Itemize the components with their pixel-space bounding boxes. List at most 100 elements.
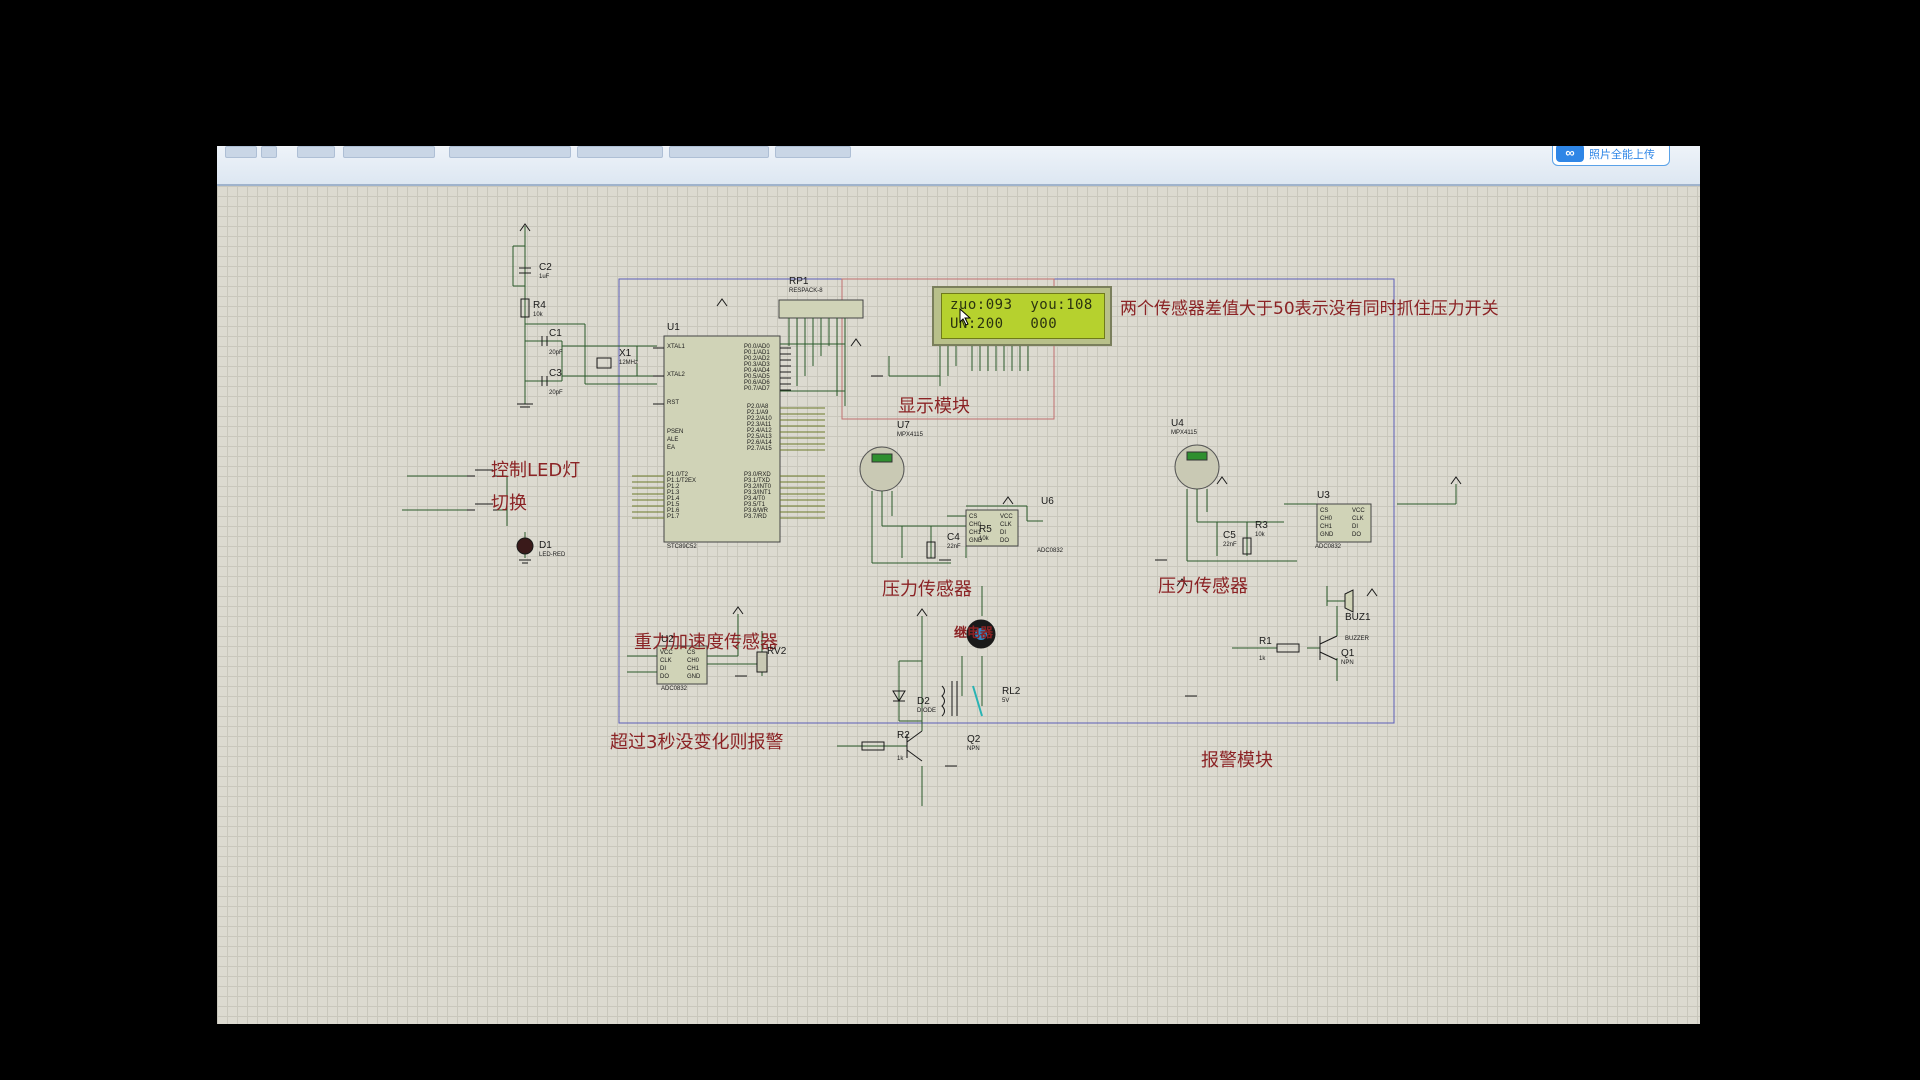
ref-c1: C1 xyxy=(549,328,562,339)
ref-c2: C2 xyxy=(539,262,552,273)
ref-buz1: BUZ1 xyxy=(1345,612,1371,623)
annotation-led-control: 控制LED灯 xyxy=(491,460,581,481)
toolbar-button[interactable] xyxy=(449,146,571,158)
type-u1: STC89C52 xyxy=(667,544,697,550)
u1-pin-p27: P2.7/A15 xyxy=(747,446,772,452)
ref-rl2: RL2 xyxy=(1002,686,1021,697)
value-u2: ADC0832 xyxy=(661,686,688,692)
u1-pin-p37: P3.7/RD xyxy=(744,514,767,520)
ref-c3: C3 xyxy=(549,368,562,379)
u3-pin-ch1: CH1 xyxy=(1320,524,1333,530)
toolbar-button[interactable] xyxy=(775,146,851,158)
type-rp1: RESPACK-8 xyxy=(789,288,823,294)
ref-rv2: RV2 xyxy=(767,646,787,657)
toolbar-button[interactable] xyxy=(261,146,277,158)
lcd-line-1: zuo:093 you:108 xyxy=(950,297,1093,313)
ref-r2: R2 xyxy=(897,730,910,741)
mouse-cursor-icon xyxy=(959,308,971,326)
value-u6: ADC0832 xyxy=(1037,548,1064,554)
toolbar-button[interactable] xyxy=(669,146,769,158)
rp1-wiring xyxy=(780,318,846,406)
value-d1: LED-RED xyxy=(539,552,566,558)
u2-pin-di: DI xyxy=(660,666,666,672)
value-c1: 20pF xyxy=(549,350,563,356)
u6-pin-ch0: CH0 xyxy=(969,522,982,528)
ref-d2: D2 xyxy=(917,696,930,707)
value-q2: NPN xyxy=(967,746,980,752)
value-u4: MPX4115 xyxy=(1171,430,1197,436)
value-x1: 12MHz xyxy=(619,360,639,366)
upload-label: 照片全能上传 xyxy=(1589,149,1655,161)
annotation-display-module: 显示模块 xyxy=(898,396,970,417)
ref-c5: C5 xyxy=(1223,530,1236,541)
u3-pin-ch0: CH0 xyxy=(1320,516,1333,522)
ref-q1: Q1 xyxy=(1341,648,1355,659)
ref-u4: U4 xyxy=(1171,418,1184,429)
u1-pin-p07: P0.7/AD7 xyxy=(744,386,770,392)
ref-u6: U6 xyxy=(1041,496,1054,507)
u1-pin-psen: PSEN xyxy=(667,429,684,435)
capacitor-symbols xyxy=(519,267,612,386)
u2-pin-ch0: CH0 xyxy=(687,658,700,664)
toolbar-button[interactable] xyxy=(577,146,663,158)
u6-pin-gnd: GND xyxy=(969,538,983,544)
u3-pin-vcc: VCC xyxy=(1352,508,1365,514)
annotation-pressure-sensor-left: 压力传感器 xyxy=(882,579,972,600)
value-c2: 1uF xyxy=(539,274,550,280)
u6-pin-do: DO xyxy=(1000,538,1009,544)
u6-pin-clk: CLK xyxy=(1000,522,1012,528)
u3-pin-di: DI xyxy=(1352,524,1358,530)
value-u7: MPX4115 xyxy=(897,432,923,438)
annotation-switch: 切换 xyxy=(491,493,527,514)
value-c3: 20pF xyxy=(549,390,563,396)
ref-u1: U1 xyxy=(667,322,680,333)
annotation-relay: 继电器 xyxy=(954,626,994,641)
annotation-gravity-sensor: 重力加速度传感器 xyxy=(634,632,778,653)
value-d2: DIODE xyxy=(917,708,937,714)
ref-u7: U7 xyxy=(897,420,910,431)
value-buz1: BUZZER xyxy=(1345,636,1369,642)
value-r3: 10k xyxy=(1255,532,1265,538)
u1-pin-ea: EA xyxy=(667,445,676,451)
value-r2: 1k xyxy=(897,756,904,762)
ref-r4: R4 xyxy=(533,300,546,311)
toolbar-button[interactable] xyxy=(343,146,435,158)
annotation-timeout-alarm: 超过3秒没变化则报警 xyxy=(610,732,784,753)
u6-pin-di: DI xyxy=(1000,530,1006,536)
proteus-window: ∞ 照片全能上传 zuo:093 you:108 UN:200 000 两个传感… xyxy=(217,146,1700,1024)
u6-pin-ch1: CH1 xyxy=(969,530,982,536)
u6-pin-vcc: VCC xyxy=(1000,514,1013,520)
toolbar-button[interactable] xyxy=(297,146,335,158)
value-q1: NPN xyxy=(1341,660,1354,666)
u2-pin-ch1: CH1 xyxy=(687,666,700,672)
ref-r1: R1 xyxy=(1259,636,1272,647)
u2-pin-clk: CLK xyxy=(660,658,672,664)
u3-pin-gnd: GND xyxy=(1320,532,1334,538)
potentiometer-rv2 xyxy=(756,651,768,673)
u2-pin-vcc: VCC xyxy=(660,650,673,656)
u1-pin-rst: RST xyxy=(667,400,679,406)
ref-rp1: RP1 xyxy=(789,276,809,287)
ref-u3: U3 xyxy=(1317,490,1330,501)
rp1-respack xyxy=(778,299,864,319)
value-rl2: 5V xyxy=(1002,698,1010,704)
alarm-wiring xyxy=(1232,586,1345,681)
infinity-icon: ∞ xyxy=(1556,146,1584,162)
u2-pin-do: DO xyxy=(660,674,669,680)
annotation-sensor-difference: 两个传感器差值大于50表示没有同时抓住压力开关 xyxy=(1120,299,1499,319)
lcd-wiring xyxy=(888,346,1029,386)
u2-pin-cs: CS xyxy=(687,650,696,656)
ref-x1: X1 xyxy=(619,348,632,359)
u2-pin-gnd: GND xyxy=(687,674,701,680)
ref-q2: Q2 xyxy=(967,734,981,745)
ref-u2: U2 xyxy=(661,634,674,645)
upload-button[interactable]: ∞ 照片全能上传 xyxy=(1552,146,1670,166)
ref-d1: D1 xyxy=(539,540,552,551)
value-c4: 22nF xyxy=(947,544,961,550)
schematic-canvas[interactable]: zuo:093 you:108 UN:200 000 两个传感器差值大于50表示… xyxy=(217,186,1700,1024)
annotation-pressure-sensor-right: 压力传感器 xyxy=(1158,576,1248,597)
toolbar-button[interactable] xyxy=(225,146,257,158)
u3-pin-cs: CS xyxy=(1320,508,1329,514)
value-u3: ADC0832 xyxy=(1315,544,1342,550)
u3-pin-clk: CLK xyxy=(1352,516,1364,522)
